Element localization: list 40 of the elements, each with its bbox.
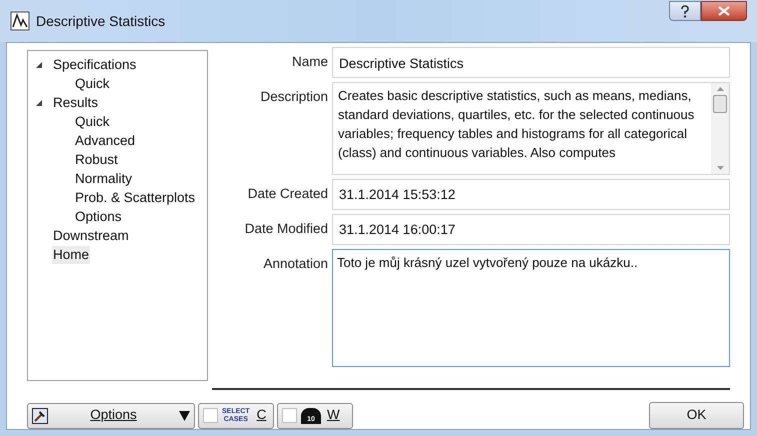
field-label: Date Created <box>246 185 328 203</box>
question-mark-icon <box>680 4 690 18</box>
tree-item[interactable]: Quick <box>74 112 111 130</box>
description-text: Creates basic descriptive statistics, such as means, medians, standard deviations, quartiles, etc. for the selected continuous variables; frequency tables and histograms for all categorical (class) and continuous variables. Also computes <box>337 87 696 162</box>
field-label: Description <box>259 88 328 106</box>
hammer-icon <box>32 408 48 424</box>
tree-item[interactable]: Robust <box>74 150 119 168</box>
tree-item[interactable]: Prob. & Scatterplots <box>74 188 196 206</box>
name-field[interactable]: Descriptive Statistics <box>332 47 730 78</box>
tree-item[interactable]: Home <box>52 246 90 264</box>
close-icon <box>718 6 730 16</box>
field-label: Annotation <box>262 255 328 273</box>
tree-item[interactable]: Results <box>52 94 100 112</box>
checkbox[interactable] <box>203 408 218 423</box>
tree-item[interactable]: Normality <box>74 170 134 188</box>
tree-item[interactable]: Quick <box>74 74 111 92</box>
window-title: Descriptive Statistics <box>36 12 166 31</box>
field-label: Date Modified <box>244 220 328 238</box>
checkbox[interactable] <box>282 408 297 423</box>
help-button[interactable] <box>669 1 701 21</box>
scroll-down-icon[interactable] <box>716 166 724 170</box>
date-modified-field[interactable]: 31.1.2014 16:00:17 <box>332 214 730 245</box>
options-button[interactable]: Options <box>27 402 195 428</box>
tree-item[interactable]: Advanced <box>74 132 136 150</box>
field-label: Name <box>290 53 328 71</box>
ok-button[interactable]: OK <box>649 402 744 429</box>
dropdown-icon <box>179 410 190 421</box>
tree-item[interactable]: Specifications <box>52 56 138 74</box>
annotation-field[interactable]: Toto je můj krásný uzel vytvořený pouze na ukázku.. <box>332 249 730 367</box>
close-button[interactable] <box>701 1 747 21</box>
chart-icon <box>10 11 30 31</box>
scrollbar[interactable] <box>711 83 729 174</box>
scroll-thumb[interactable] <box>713 94 727 112</box>
tree-item[interactable]: Options <box>74 208 123 226</box>
expander-icon[interactable] <box>34 60 44 70</box>
description-field[interactable] <box>332 82 730 175</box>
expander-icon[interactable] <box>34 98 44 108</box>
scroll-up-icon[interactable] <box>716 87 724 91</box>
tree-item[interactable]: Downstream <box>52 226 130 244</box>
date-created-field[interactable]: 31.1.2014 15:53:12 <box>332 179 730 210</box>
